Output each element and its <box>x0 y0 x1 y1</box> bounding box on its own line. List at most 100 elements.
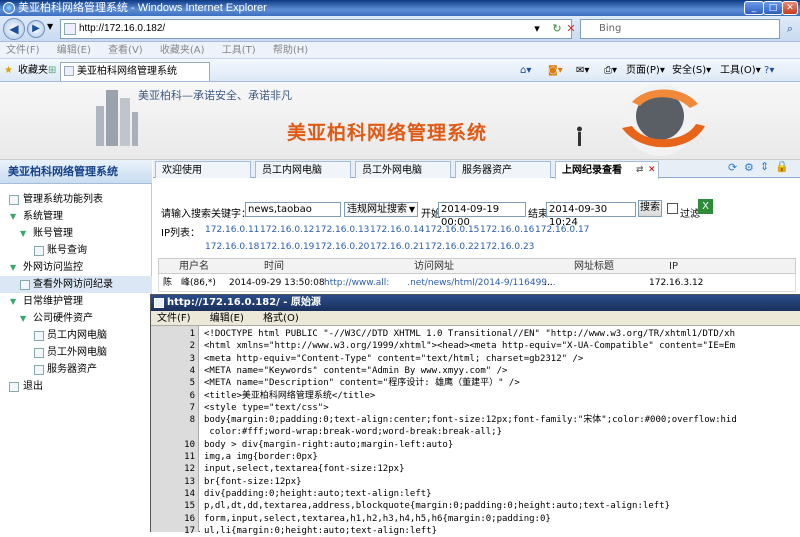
close-tab-icon[interactable]: ✕ <box>648 162 656 179</box>
ip-link[interactable]: 172.16.0.20 <box>315 242 369 252</box>
sidebar-item-label: 日常维护管理 <box>23 296 83 307</box>
sidebar-item-hardware-assets[interactable]: ▼ 公司硬件资产 <box>0 310 152 327</box>
sidebar-item-system-admin[interactable]: ▼ 系统管理 <box>0 208 152 225</box>
end-time-input[interactable]: 2014-09-30 10:24 <box>546 202 636 228</box>
add-favorites-icon[interactable]: ⊞ <box>48 59 56 82</box>
maximize-button[interactable]: □ <box>763 1 783 15</box>
refresh-tab-icon[interactable]: ⇄ <box>636 162 644 179</box>
cell-url[interactable]: http://www.all: .net/news/html/2014-9/11… <box>324 274 556 292</box>
source-menu-file[interactable]: 文件(F) <box>157 313 191 324</box>
ip-link[interactable]: 172.16.0.19 <box>260 242 314 252</box>
filter-checkbox[interactable] <box>667 203 678 214</box>
nav-dropdown-icon[interactable]: ▼ <box>47 22 53 31</box>
source-title-bar[interactable]: http://172.16.0.182/ - 原始源 <box>151 295 800 311</box>
start-time-input[interactable]: 2014-09-19 00:00 <box>438 202 526 228</box>
ip-link[interactable]: 172.16.0.14 <box>370 225 424 235</box>
favorites-star-icon[interactable]: ★ <box>4 59 13 82</box>
page-menu[interactable]: 页面(P)▾ <box>626 59 665 82</box>
search-input[interactable]: Bing <box>580 19 780 39</box>
ip-link[interactable]: 172.16.0.13 <box>315 225 369 235</box>
col-title: 网址标题 <box>574 261 614 272</box>
safety-menu[interactable]: 安全(S)▾ <box>672 59 711 82</box>
sidebar-item-account-query[interactable]: 账号查询 <box>0 242 152 259</box>
tab-server-assets[interactable]: 服务器资产 <box>455 161 551 178</box>
sidebar-item-external-pc[interactable]: 员工外网电脑 <box>0 344 152 361</box>
refresh-icon[interactable]: ⟳ <box>728 161 737 174</box>
sidebar-item-internal-pc[interactable]: 员工内网电脑 <box>0 327 152 344</box>
ip-link[interactable]: 172.16.0.16 <box>480 225 534 235</box>
menu-view[interactable]: 查看(V) <box>108 45 143 56</box>
ip-list-label: IP列表： <box>161 228 200 239</box>
tools-menu[interactable]: 工具(O)▾ <box>720 59 761 82</box>
search-icon[interactable]: ⌕ <box>782 19 798 39</box>
feeds-icon[interactable]: ◙▾ <box>548 59 563 82</box>
menu-edit[interactable]: 编辑(E) <box>57 45 91 56</box>
home-icon[interactable]: ⌂▾ <box>520 59 531 82</box>
lock-icon[interactable]: 🔒 <box>775 160 789 173</box>
ip-link[interactable]: 172.16.0.23 <box>480 242 534 252</box>
help-menu-label: ? <box>764 65 770 76</box>
close-button[interactable]: ✕ <box>782 1 798 15</box>
sidebar-item-external-monitor[interactable]: ▼ 外网访问监控 <box>0 259 152 276</box>
minimize-button[interactable]: _ <box>744 1 764 15</box>
code-line: <META name="Keywords" content="Admin By … <box>204 365 508 376</box>
forward-button[interactable]: ▶ <box>27 20 45 38</box>
menu-file[interactable]: 文件(F) <box>6 45 40 56</box>
ip-link[interactable]: 172.16.0.21 <box>370 242 424 252</box>
keyword-input[interactable]: news,taobao <box>245 202 341 217</box>
search-button[interactable]: 搜索 <box>638 200 662 217</box>
sidebar-item-function-list[interactable]: 管理系统功能列表 <box>0 191 152 208</box>
stop-icon[interactable]: ✕ <box>562 21 580 37</box>
menu-favorites[interactable]: 收藏夹(A) <box>160 45 205 56</box>
tab-external-pc[interactable]: 员工外网电脑 <box>355 161 451 178</box>
address-input[interactable]: http://172.16.0.182/ <box>60 19 572 39</box>
page-icon <box>34 246 44 256</box>
sidebar-item-server-assets[interactable]: 服务器资产 <box>0 361 152 378</box>
back-button[interactable]: ◀ <box>3 18 25 40</box>
expand-arrow-icon[interactable]: ▼ <box>10 208 16 225</box>
ip-link[interactable]: 172.16.0.22 <box>425 242 479 252</box>
favorites-label[interactable]: 收藏夹 <box>18 59 48 82</box>
code-line: <meta http-equiv="Content-Type" content=… <box>204 353 584 364</box>
ip-link[interactable]: 172.16.0.18 <box>205 242 259 252</box>
search-type-select[interactable]: 违规网址搜索 ▼ <box>344 202 418 217</box>
sidebar-item-account-admin[interactable]: ▼ 账号管理 <box>0 225 152 242</box>
sidebar-item-view-records[interactable]: 查看外网访问纪录 <box>0 276 152 293</box>
menu-tools[interactable]: 工具(T) <box>222 45 256 56</box>
sidebar-item-logout[interactable]: 退出 <box>0 378 152 395</box>
tab-welcome[interactable]: 欢迎使用 <box>155 161 251 178</box>
help-menu[interactable]: ?▾ <box>764 59 774 82</box>
settings-icon[interactable]: ⚙ <box>744 161 754 174</box>
excel-export-icon[interactable]: X <box>698 199 713 214</box>
source-menu-edit[interactable]: 编辑(E) <box>210 313 244 324</box>
collapse-icon[interactable]: ⇕ <box>760 160 769 173</box>
sidebar-item-label: 账号查询 <box>47 245 87 256</box>
expand-arrow-icon[interactable]: ▼ <box>20 225 26 242</box>
ip-link[interactable]: 172.16.0.12 <box>260 225 314 235</box>
compat-icon[interactable]: ▾ <box>528 21 546 37</box>
tab-internal-pc[interactable]: 员工内网电脑 <box>255 161 351 178</box>
table-row[interactable]: 陈 峰(86,*) 2014-09-29 13:50:08 http://www… <box>158 274 796 292</box>
expand-arrow-icon[interactable]: ▼ <box>10 293 16 310</box>
sidebar-item-label: 服务器资产 <box>47 364 97 375</box>
banner-slogan: 美亚柏科—承诺安全、承诺非凡 <box>138 89 292 102</box>
expand-arrow-icon[interactable]: ▼ <box>20 310 26 327</box>
tab-access-records[interactable]: 上网纪录查看 ⇄ ✕ <box>555 161 659 179</box>
expand-arrow-icon[interactable]: ▼ <box>10 259 16 276</box>
sidebar-item-label: 查看外网访问纪录 <box>33 279 113 290</box>
tab-label: 欢迎使用 <box>162 165 202 176</box>
ip-link[interactable]: 172.16.0.15 <box>425 225 479 235</box>
browser-tab[interactable]: 美亚柏科网络管理系统 <box>60 62 210 81</box>
print-icon[interactable]: ⎙▾ <box>604 59 617 82</box>
logout-icon <box>9 382 19 392</box>
ie-icon <box>3 2 15 14</box>
menu-help[interactable]: 帮助(H) <box>273 45 308 56</box>
line-number: 13 <box>184 476 195 487</box>
ip-link[interactable]: 172.16.0.17 <box>535 225 589 235</box>
ip-link[interactable]: 172.16.0.11 <box>205 225 259 235</box>
mail-icon[interactable]: ✉▾ <box>576 59 589 82</box>
code-line: div{padding:0;height:auto;text-align:lef… <box>204 488 432 499</box>
source-menu-format[interactable]: 格式(O) <box>263 313 299 324</box>
cell-user: 陈 峰(86,*) <box>163 278 216 288</box>
sidebar-item-maintenance[interactable]: ▼ 日常维护管理 <box>0 293 152 310</box>
